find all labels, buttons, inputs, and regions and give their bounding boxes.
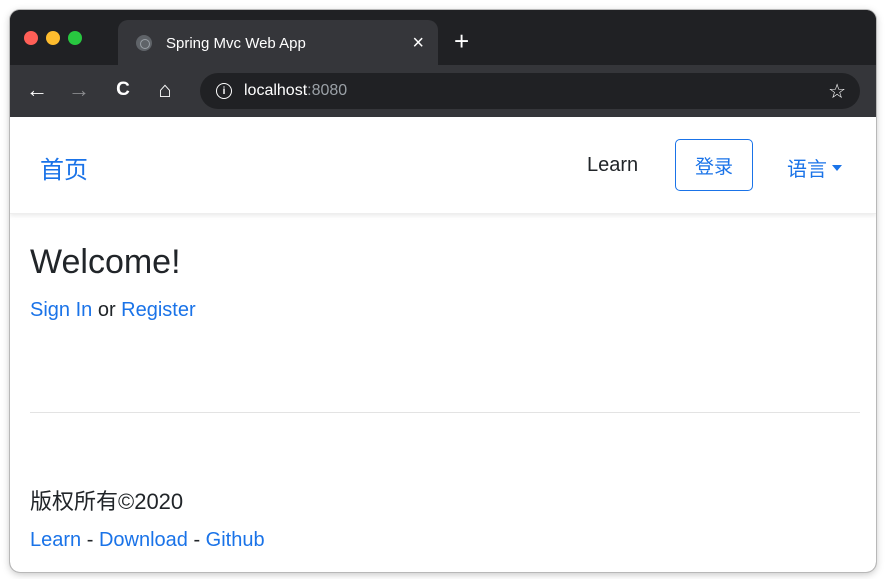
- site-navbar: 首页 Learn 登录 语言: [10, 117, 876, 214]
- address-bar[interactable]: i localhost:8080 ☆: [200, 73, 860, 109]
- back-arrow-icon[interactable]: ←: [26, 79, 48, 101]
- info-icon[interactable]: i: [216, 83, 232, 99]
- or-text: or: [92, 299, 122, 321]
- reload-icon[interactable]: C: [112, 79, 134, 101]
- browser-window: Spring Mvc Web App × + ← → C ⌂ i localho…: [10, 10, 876, 572]
- footer-separator: -: [81, 529, 99, 551]
- minimize-window-button[interactable]: [46, 31, 60, 45]
- tab-title: Spring Mvc Web App: [166, 34, 306, 52]
- language-label: 语言: [787, 159, 827, 181]
- footer-separator: -: [187, 529, 206, 551]
- welcome-heading: Welcome!: [30, 243, 181, 281]
- footer-links: Learn - Download - Github: [30, 529, 265, 552]
- nav-learn-link[interactable]: Learn: [587, 154, 638, 177]
- browser-tab[interactable]: Spring Mvc Web App ×: [118, 20, 438, 66]
- window-controls: [24, 31, 82, 45]
- new-tab-button[interactable]: +: [454, 28, 469, 54]
- tab-strip: Spring Mvc Web App × +: [10, 10, 876, 66]
- login-button[interactable]: 登录: [675, 139, 753, 191]
- url-host: localhost: [244, 82, 308, 99]
- caret-down-icon: [832, 164, 842, 171]
- footer-download-link[interactable]: Download: [99, 529, 188, 551]
- close-tab-icon[interactable]: ×: [412, 33, 424, 53]
- sign-in-link[interactable]: Sign In: [30, 299, 92, 321]
- browser-toolbar: ← → C ⌂ i localhost:8080 ☆: [10, 65, 876, 117]
- close-window-button[interactable]: [24, 31, 38, 45]
- bookmark-star-icon[interactable]: ☆: [828, 79, 846, 104]
- home-icon[interactable]: ⌂: [154, 79, 176, 101]
- brand-home-link[interactable]: 首页: [40, 150, 88, 185]
- footer-learn-link[interactable]: Learn: [30, 529, 81, 551]
- language-dropdown[interactable]: 语言: [787, 153, 842, 182]
- url-text[interactable]: localhost:8080: [244, 82, 828, 100]
- forward-arrow-icon[interactable]: →: [68, 79, 90, 101]
- register-link[interactable]: Register: [121, 299, 195, 321]
- zoom-window-button[interactable]: [68, 31, 82, 45]
- page-content: 首页 Learn 登录 语言 Welcome! Sign In or Regis…: [10, 117, 876, 572]
- url-port: :8080: [307, 82, 348, 99]
- auth-links: Sign In or Register: [30, 299, 196, 322]
- footer-github-link[interactable]: Github: [206, 529, 265, 551]
- globe-icon: [136, 35, 152, 51]
- footer-divider: [30, 412, 860, 413]
- copyright-text: 版权所有©2020: [30, 489, 184, 514]
